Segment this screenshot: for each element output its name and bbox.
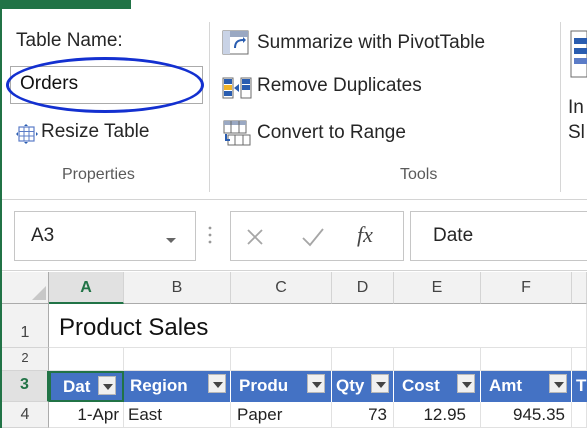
cell-f2[interactable] <box>481 348 572 371</box>
convert-to-range-button[interactable]: Convert to Range <box>222 118 462 150</box>
cell-c4[interactable]: Paper <box>231 402 332 428</box>
column-header-b[interactable]: B <box>124 272 231 304</box>
row-header-4[interactable]: 4 <box>2 402 49 428</box>
table-header-partial[interactable]: T <box>572 371 587 402</box>
cell-e4[interactable]: 12.95 <box>394 402 481 428</box>
pivottable-icon <box>222 30 250 61</box>
window-edge <box>0 0 2 428</box>
summarize-pivot-button[interactable]: Summarize with PivotTable <box>222 28 552 60</box>
filter-dropdown-icon[interactable] <box>208 374 226 393</box>
tools-group-label: Tools <box>400 166 438 183</box>
convert-range-icon <box>222 120 252 151</box>
column-header-g[interactable] <box>572 272 587 304</box>
cell-f4[interactable]: 945.35 <box>481 402 572 428</box>
resize-handle-icon[interactable] <box>207 224 213 251</box>
cell-b4[interactable]: East <box>124 402 231 428</box>
table-header-label: Qty <box>336 376 365 395</box>
resize-table-icon <box>16 124 38 149</box>
table-header-label: Amt <box>489 376 523 395</box>
column-header-e[interactable]: E <box>394 272 481 304</box>
cell-b2[interactable] <box>124 348 231 371</box>
properties-group-label: Properties <box>62 166 135 183</box>
enter-check-icon[interactable] <box>301 226 325 253</box>
cell-e2[interactable] <box>394 348 481 371</box>
column-header-c[interactable]: C <box>231 272 332 304</box>
convert-to-range-label: Convert to Range <box>257 122 406 143</box>
insert-slicer-label-line2: Sl <box>568 122 585 143</box>
table-header-product[interactable]: Produ <box>231 371 332 402</box>
filter-dropdown-icon[interactable] <box>307 374 325 393</box>
formula-buttons: fx <box>230 211 404 261</box>
cell-g2[interactable] <box>572 348 587 371</box>
name-box-value: A3 <box>31 225 55 246</box>
ribbon-tab-accent <box>0 0 131 9</box>
cell-g1[interactable] <box>572 304 587 348</box>
cell-g4[interactable] <box>572 402 587 428</box>
remove-duplicates-button[interactable]: Remove Duplicates <box>222 73 482 105</box>
table-header-amt[interactable]: Amt <box>481 371 572 402</box>
resize-table-label: Resize Table <box>41 121 150 142</box>
group-divider <box>209 22 210 192</box>
select-all-button[interactable] <box>2 272 49 304</box>
name-box[interactable]: A3 <box>14 211 196 261</box>
insert-function-icon[interactable]: fx <box>357 222 373 248</box>
table-header-region[interactable]: Region <box>124 371 231 402</box>
filter-dropdown-icon[interactable] <box>98 376 116 395</box>
cancel-icon[interactable] <box>245 227 265 252</box>
remove-duplicates-icon <box>222 76 252 105</box>
cell-d2[interactable] <box>332 348 394 371</box>
column-header-a[interactable]: A <box>49 272 124 304</box>
resize-table-button[interactable]: Resize Table <box>14 120 197 150</box>
cell-a4[interactable]: 1-Apr <box>49 402 124 428</box>
table-header-label: T <box>576 376 587 395</box>
row-header-2[interactable]: 2 <box>2 348 49 371</box>
formula-value: Date <box>433 225 474 246</box>
row-header-1[interactable]: 1 <box>2 304 49 348</box>
filter-dropdown-icon[interactable] <box>549 374 567 393</box>
table-header-label: Cost <box>402 376 440 395</box>
cell-d4[interactable]: 73 <box>332 402 394 428</box>
table-header-cost[interactable]: Cost <box>394 371 481 402</box>
table-header-label: Produ <box>239 376 289 395</box>
cell-c2[interactable] <box>231 348 332 371</box>
cell-a1[interactable]: Product Sales <box>49 304 572 348</box>
remove-duplicates-label: Remove Duplicates <box>257 75 422 96</box>
table-header-date[interactable]: Dat <box>49 371 124 402</box>
summarize-pivot-label: Summarize with PivotTable <box>257 32 486 53</box>
row-header-3[interactable]: 3 <box>2 371 49 402</box>
insert-slicer-label-line1: In <box>568 97 584 118</box>
formula-input[interactable]: Date <box>410 211 587 261</box>
column-header-d[interactable]: D <box>332 272 394 304</box>
table-name-label: Table Name: <box>16 30 123 51</box>
chevron-down-icon[interactable] <box>165 232 177 250</box>
group-divider <box>560 22 561 192</box>
table-name-input[interactable]: Orders <box>10 66 203 104</box>
table-header-qty[interactable]: Qty <box>332 371 394 402</box>
insert-slicer-icon[interactable] <box>570 30 587 83</box>
filter-dropdown-icon[interactable] <box>457 374 475 393</box>
table-header-label: Dat <box>63 377 91 396</box>
cell-a2[interactable] <box>49 348 124 371</box>
filter-dropdown-icon[interactable] <box>371 374 389 393</box>
sheet-title: Product Sales <box>59 314 209 341</box>
table-header-label: Region <box>130 376 188 395</box>
column-header-f[interactable]: F <box>481 272 572 304</box>
